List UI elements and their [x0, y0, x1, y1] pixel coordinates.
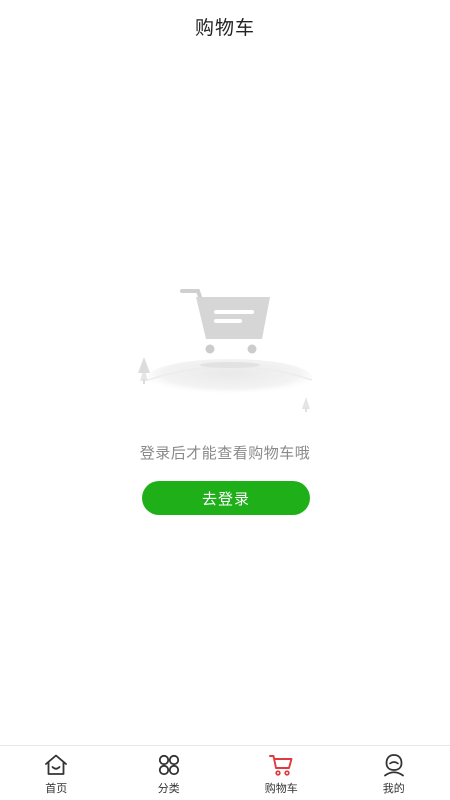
tab-home[interactable]: 首页	[0, 746, 113, 800]
grid-icon	[158, 754, 179, 776]
go-login-button[interactable]: 去登录	[142, 481, 310, 515]
tab-category-label: 分类	[157, 782, 180, 795]
tab-cart[interactable]: 购物车	[225, 746, 338, 800]
tab-category[interactable]: 分类	[113, 746, 226, 800]
tab-profile-label: 我的	[382, 782, 405, 795]
page-title: 购物车	[194, 16, 255, 39]
cart-page: 购物车 登录后才能查看购物车哦 去登录 首页 分类 购物车 我的	[0, 0, 450, 800]
page-header: 购物车	[0, 0, 450, 52]
empty-cart-illustration	[138, 289, 313, 412]
cart-icon	[269, 755, 293, 776]
tab-cart-label: 购物车	[264, 782, 298, 795]
tab-profile[interactable]: 我的	[338, 746, 450, 800]
profile-icon	[383, 754, 404, 777]
empty-cart-message: 登录后才能查看购物车哦	[139, 444, 311, 462]
home-icon	[45, 754, 68, 775]
tab-home-label: 首页	[45, 782, 68, 795]
bottom-tab-bar: 首页 分类 购物车 我的	[0, 745, 450, 800]
